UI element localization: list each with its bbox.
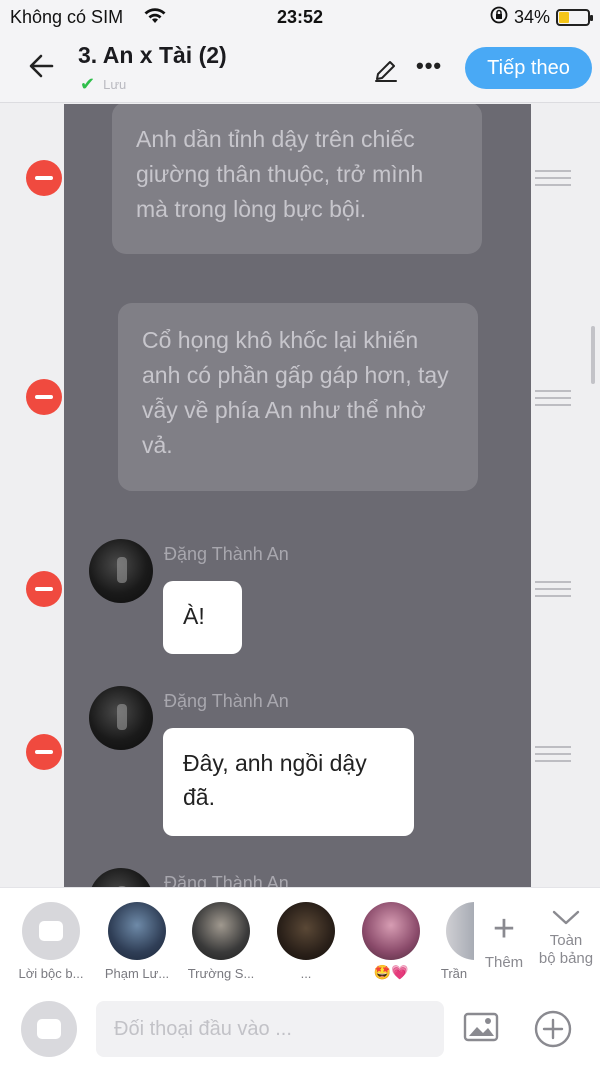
story-header: 3. An x Tài (2) ✔ Lưu ••• Tiếp theo: [0, 34, 600, 103]
narration-text: Cổ họng khô khốc lại khiến anh có phần g…: [142, 327, 449, 458]
scrollbar[interactable]: [591, 326, 595, 384]
narration-text: Anh dần tỉnh dậy trên chiếc giường thân …: [136, 126, 424, 222]
character-name: Lời bộc b...: [18, 966, 84, 981]
character-item[interactable]: Trần: [434, 902, 474, 981]
delete-message-button[interactable]: [26, 734, 62, 770]
character-item[interactable]: Trường S...: [179, 902, 263, 981]
save-status-label: Lưu: [103, 77, 127, 92]
plus-icon: +: [492, 908, 516, 950]
story-editor[interactable]: Anh dần tỉnh dậy trên chiếc giường thân …: [0, 104, 600, 887]
avatar: [362, 902, 420, 960]
drag-handle-icon[interactable]: [535, 581, 571, 599]
character-name: Trần: [440, 966, 468, 981]
character-item[interactable]: 🤩💗: [349, 902, 433, 981]
drag-handle-icon[interactable]: [535, 170, 571, 188]
avatar: [192, 902, 250, 960]
dialogue-bubble[interactable]: Đây, anh ngồi dậy đã.: [163, 728, 414, 836]
orientation-lock-icon: [490, 6, 508, 29]
dialogue-bubble[interactable]: À!: [163, 581, 242, 654]
image-button[interactable]: [463, 1011, 499, 1043]
arrow-left-icon: [29, 54, 54, 78]
character-item[interactable]: Phạm Lư...: [95, 902, 179, 981]
delete-message-button[interactable]: [26, 571, 62, 607]
speaker-name: Đặng Thành An: [164, 691, 289, 711]
speaker-name: Đặng Thành An: [164, 544, 289, 564]
narration-icon: [22, 902, 80, 960]
show-all-label-line2: bộ bảng: [538, 950, 594, 967]
back-button[interactable]: [22, 46, 62, 86]
add-character-button[interactable]: + Thêm: [478, 908, 530, 971]
character-name: ...: [300, 966, 312, 981]
next-button[interactable]: Tiếp theo: [465, 47, 592, 89]
avatar[interactable]: [89, 868, 153, 887]
delete-message-button[interactable]: [26, 379, 62, 415]
avatar: [446, 902, 474, 960]
avatar[interactable]: [89, 686, 153, 750]
show-all-label-line1: Toàn: [549, 932, 583, 949]
more-options-button[interactable]: •••: [416, 55, 442, 77]
narration-mode-button[interactable]: [21, 1001, 77, 1057]
narration-bubble[interactable]: Anh dần tỉnh dậy trên chiếc giường thân …: [112, 104, 482, 254]
character-name: Trường S...: [187, 966, 255, 981]
narration-bubble[interactable]: Cổ họng khô khốc lại khiến anh có phần g…: [118, 303, 478, 491]
character-item[interactable]: ...: [264, 902, 348, 981]
save-status: ✔ Lưu: [80, 74, 126, 95]
input-row: [0, 998, 600, 1060]
edit-button[interactable]: [372, 56, 400, 84]
dialogue-text: Đây, anh ngồi dậy đã.: [183, 750, 367, 810]
delete-message-button[interactable]: [26, 160, 62, 196]
battery-icon: [556, 9, 593, 26]
avatar[interactable]: [89, 539, 153, 603]
show-all-button[interactable]: Toàn bộ bảng: [535, 902, 597, 968]
avatar: [277, 902, 335, 960]
character-emoji: 🤩💗: [373, 964, 409, 980]
add-content-button[interactable]: [533, 1009, 573, 1049]
character-narrator[interactable]: Lời bộc b...: [9, 902, 93, 981]
message-list: Anh dần tỉnh dậy trên chiếc giường thân …: [64, 104, 531, 887]
battery-percent: 34%: [513, 7, 550, 27]
dialogue-text: À!: [183, 603, 205, 629]
top-bar: Không có SIM 23:52 34% 3. An x Tài (2) ✔…: [0, 0, 600, 103]
drag-handle-icon[interactable]: [535, 746, 571, 764]
composer-panel: Lời bộc b... Phạm Lư... Trường S... ... …: [0, 887, 600, 1067]
status-bar: Không có SIM 23:52 34%: [0, 0, 600, 34]
pencil-icon: [375, 61, 397, 82]
chevron-down-icon: [551, 902, 581, 932]
avatar: [108, 902, 166, 960]
add-label: Thêm: [484, 954, 524, 971]
character-name: Phạm Lư...: [104, 966, 170, 981]
check-icon: ✔: [80, 74, 96, 94]
drag-handle-icon[interactable]: [535, 390, 571, 408]
dialogue-input[interactable]: [96, 1001, 444, 1057]
page-title: 3. An x Tài (2): [78, 42, 227, 68]
speaker-name: Đặng Thành An: [164, 873, 289, 887]
image-icon: [463, 1012, 499, 1042]
plus-circle-icon: [534, 1010, 572, 1048]
